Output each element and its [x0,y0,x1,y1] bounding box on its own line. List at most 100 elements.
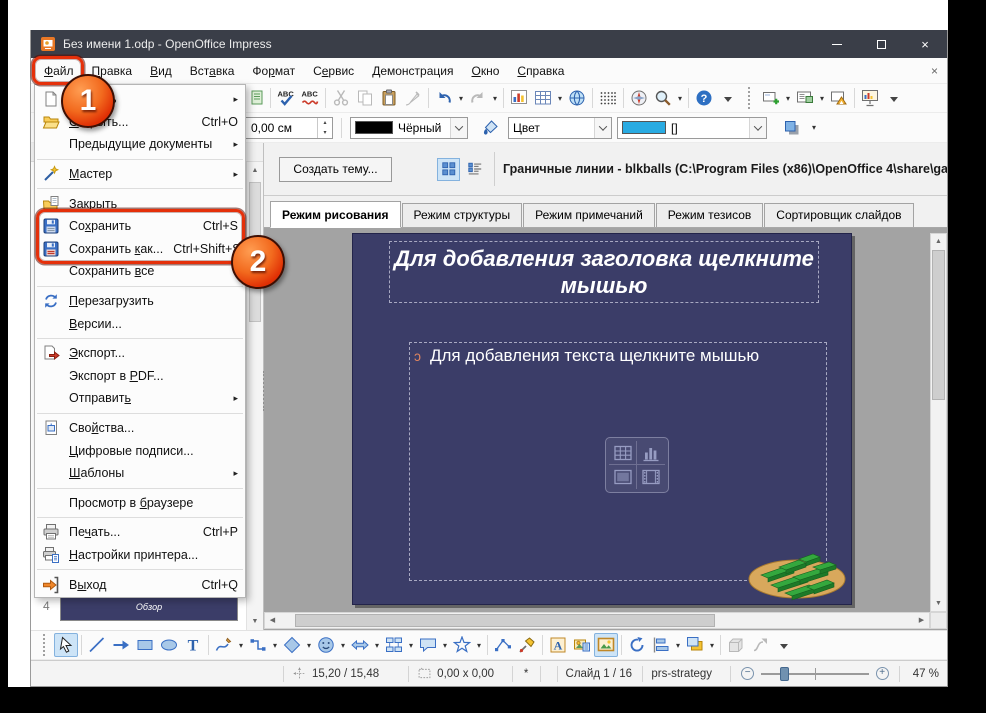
scroll-down-icon[interactable]: ▼ [931,596,946,611]
arrow-icon[interactable] [109,633,133,657]
add-slide-icon[interactable] [759,86,783,110]
dropdown-arrow-icon[interactable]: ▾ [456,94,466,103]
cursor-position-field[interactable]: 15,20 / 15,48 [284,661,408,686]
paste-icon[interactable] [377,86,401,110]
menubar-item-view[interactable]: Вид [141,58,181,84]
new-theme-button[interactable]: Создать тему... [279,157,392,182]
rotate-icon[interactable] [625,633,649,657]
tab-handout[interactable]: Режим тезисов [656,203,764,227]
fill-style-select[interactable]: Цвет [508,117,612,139]
slide-layout-icon[interactable] [793,86,817,110]
spellcheck-icon[interactable]: ABC [274,86,298,110]
dropdown-arrow-icon[interactable]: ▾ [817,94,827,103]
overflow-icon[interactable] [772,633,796,657]
insert-table-icon[interactable] [609,441,637,465]
zoom-icon[interactable] [651,86,675,110]
file-menu-item-templates[interactable]: Шаблоны▸ [35,462,245,485]
rectangle-icon[interactable] [133,633,157,657]
glue-points-icon[interactable] [515,633,539,657]
scrollbar-thumb[interactable] [295,614,715,627]
horizontal-scrollbar[interactable]: ◀ ▶ [264,612,930,629]
dropdown-arrow-icon[interactable]: ▾ [406,641,416,650]
dropdown-arrow-icon[interactable]: ▾ [675,94,685,103]
table-icon[interactable] [531,86,555,110]
zoom-in-icon[interactable]: + [876,667,889,680]
file-menu-item-recent[interactable]: Предыдущие документы▸ [35,133,245,156]
grid-icon[interactable] [596,86,620,110]
dropdown-arrow-icon[interactable]: ▾ [338,641,348,650]
arrange-icon[interactable] [683,633,707,657]
file-menu-item-export[interactable]: Экспорт... [35,342,245,365]
ellipse-icon[interactable] [157,633,181,657]
scrollbar-thumb[interactable] [932,250,945,400]
tab-sorter[interactable]: Сортировщик слайдов [764,203,913,227]
zoom-level[interactable]: 47 % [900,668,947,680]
insert-chart-icon[interactable] [637,441,665,465]
dropdown-arrow-icon[interactable]: ▾ [372,641,382,650]
scroll-left-icon[interactable]: ◀ [265,613,280,628]
zoom-out-icon[interactable]: − [741,667,754,680]
template-name-field[interactable]: prs-strategy [643,661,730,686]
fill-style-dropdown[interactable] [594,118,611,138]
slide-canvas[interactable]: Для добавления заголовка щелкните мышью … [264,228,947,630]
menubar-item-insert[interactable]: Вставка [181,58,244,84]
line-color-select[interactable]: Чёрный [350,117,468,139]
chart-icon[interactable] [507,86,531,110]
fill-color-select[interactable]: [] [617,117,767,139]
callouts-icon[interactable] [416,633,440,657]
insert-movie-icon[interactable] [637,465,665,489]
file-menu-item-print[interactable]: Печать...Ctrl+P [35,521,245,544]
menubar-item-window[interactable]: Окно [462,58,508,84]
file-menu-item-printer-settings[interactable]: Настройки принтера... [35,544,245,567]
file-menu-item-versions[interactable]: Версии... [35,312,245,335]
scroll-down-icon[interactable]: ▼ [247,614,263,629]
menubar-item-slideshow[interactable]: Демонстрация [363,58,462,84]
dropdown-arrow-icon[interactable]: ▾ [783,94,793,103]
file-menu-item-save-as[interactable]: Сохранить как...Ctrl+Shift+S [35,238,245,261]
block-arrows-icon[interactable] [348,633,372,657]
dropdown-arrow-icon[interactable]: ▾ [440,641,450,650]
file-menu-item-export-pdf[interactable]: Экспорт в PDF... [35,365,245,388]
menubar-item-format[interactable]: Формат [243,58,304,84]
tab-notes[interactable]: Режим примечаний [523,203,655,227]
zoom-track[interactable] [761,673,869,675]
autospellcheck-icon[interactable]: ABC [298,86,322,110]
from-file-icon[interactable] [570,633,594,657]
file-menu-item-digital-signatures[interactable]: Цифровые подписи... [35,439,245,462]
gallery-detail-view-toggle[interactable] [463,158,486,181]
scroll-right-icon[interactable]: ▶ [914,613,929,628]
line-color-dropdown[interactable] [450,118,467,138]
help-icon[interactable]: ? [692,86,716,110]
menubar-item-help[interactable]: Справка [508,58,573,84]
flowchart-icon[interactable] [382,633,406,657]
navigator-icon[interactable] [627,86,651,110]
gallery-view-icon[interactable] [594,633,618,657]
toolbar-grip[interactable] [748,87,754,109]
dropdown-arrow-icon[interactable]: ▾ [474,641,484,650]
file-menu-item-save-all[interactable]: Сохранить все [35,260,245,283]
edit-points-icon[interactable] [491,633,515,657]
vertical-scrollbar[interactable]: ▲ ▼ [930,233,947,612]
toolbar-grip[interactable] [43,634,49,656]
undo-icon[interactable] [432,86,456,110]
file-menu-item-reload[interactable]: Перезагрузить [35,290,245,313]
basic-shapes-icon[interactable] [280,633,304,657]
object-size-field[interactable]: 0,00 x 0,00 [409,661,512,686]
fontwork-icon[interactable]: A [546,633,570,657]
tab-outline[interactable]: Режим структуры [402,203,523,227]
slide-number-field[interactable]: Слайд 1 / 16 [558,661,643,686]
line-icon[interactable] [85,633,109,657]
document-close-icon[interactable]: × [931,64,938,78]
dropdown-arrow-icon[interactable]: ▾ [304,641,314,650]
minimize-button[interactable] [815,30,859,58]
dropdown-arrow-icon[interactable]: ▾ [673,641,683,650]
scroll-up-icon[interactable]: ▲ [931,234,946,249]
slides-panel-scrollbar[interactable]: ▲ ▼ [246,162,263,630]
file-menu-item-properties[interactable]: Свойства... [35,417,245,440]
zoom-thumb[interactable] [780,667,789,681]
file-menu-item-save[interactable]: СохранитьCtrl+S [35,215,245,238]
title-placeholder[interactable]: Для добавления заголовка щелкните мышью [389,241,819,303]
zoom-slider[interactable]: − + [731,667,899,680]
dropdown-arrow-icon[interactable]: ▾ [490,94,500,103]
close-button[interactable]: × [903,30,947,58]
